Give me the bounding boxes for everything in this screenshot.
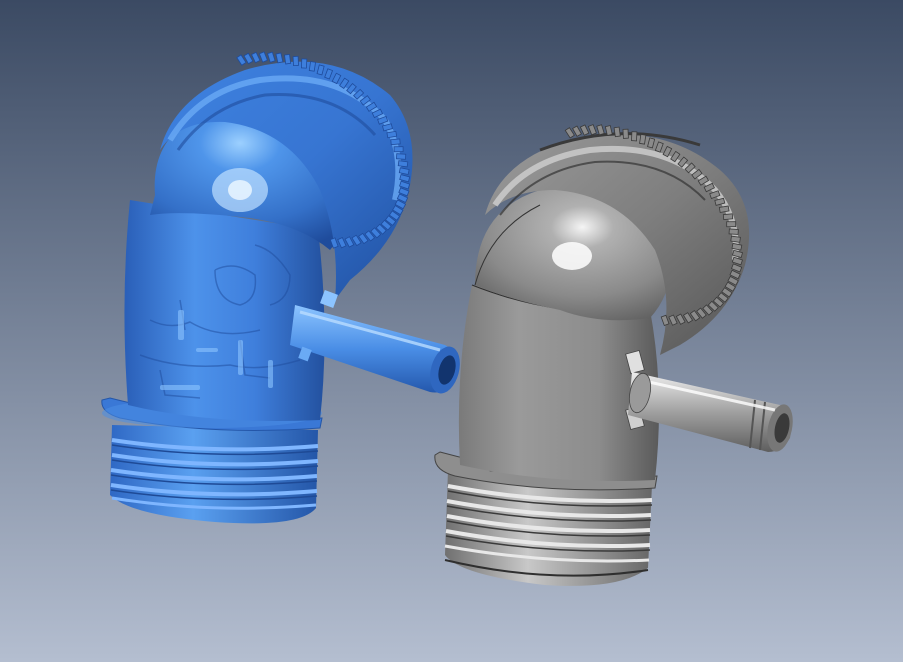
blue-ring-tooth <box>308 61 316 72</box>
blue-ring-tooth <box>386 130 398 139</box>
grey-ring-tooth <box>622 128 629 139</box>
scene-render <box>0 0 903 662</box>
grey-ring-tooth <box>722 213 734 221</box>
grey-ring-tooth <box>726 221 737 228</box>
blue-ring-tooth <box>284 53 292 65</box>
3d-viewport[interactable] <box>0 0 903 662</box>
grey-ring-tooth <box>613 126 621 138</box>
grey-ring-tooth <box>639 134 647 145</box>
blue-ring-tooth <box>390 138 401 146</box>
grey-ring-tooth <box>728 228 739 235</box>
blue-ring-tooth <box>396 153 407 160</box>
blue-threaded-base <box>110 425 319 524</box>
grey-ring-tooth <box>730 235 741 243</box>
grey-ring-tooth <box>631 131 638 142</box>
blue-ring-tooth <box>397 160 409 168</box>
blue-ring-tooth <box>292 55 299 67</box>
grey-ring-tooth <box>718 205 730 213</box>
blue-ring-tooth <box>393 146 404 153</box>
blue-ring-tooth <box>300 58 308 69</box>
